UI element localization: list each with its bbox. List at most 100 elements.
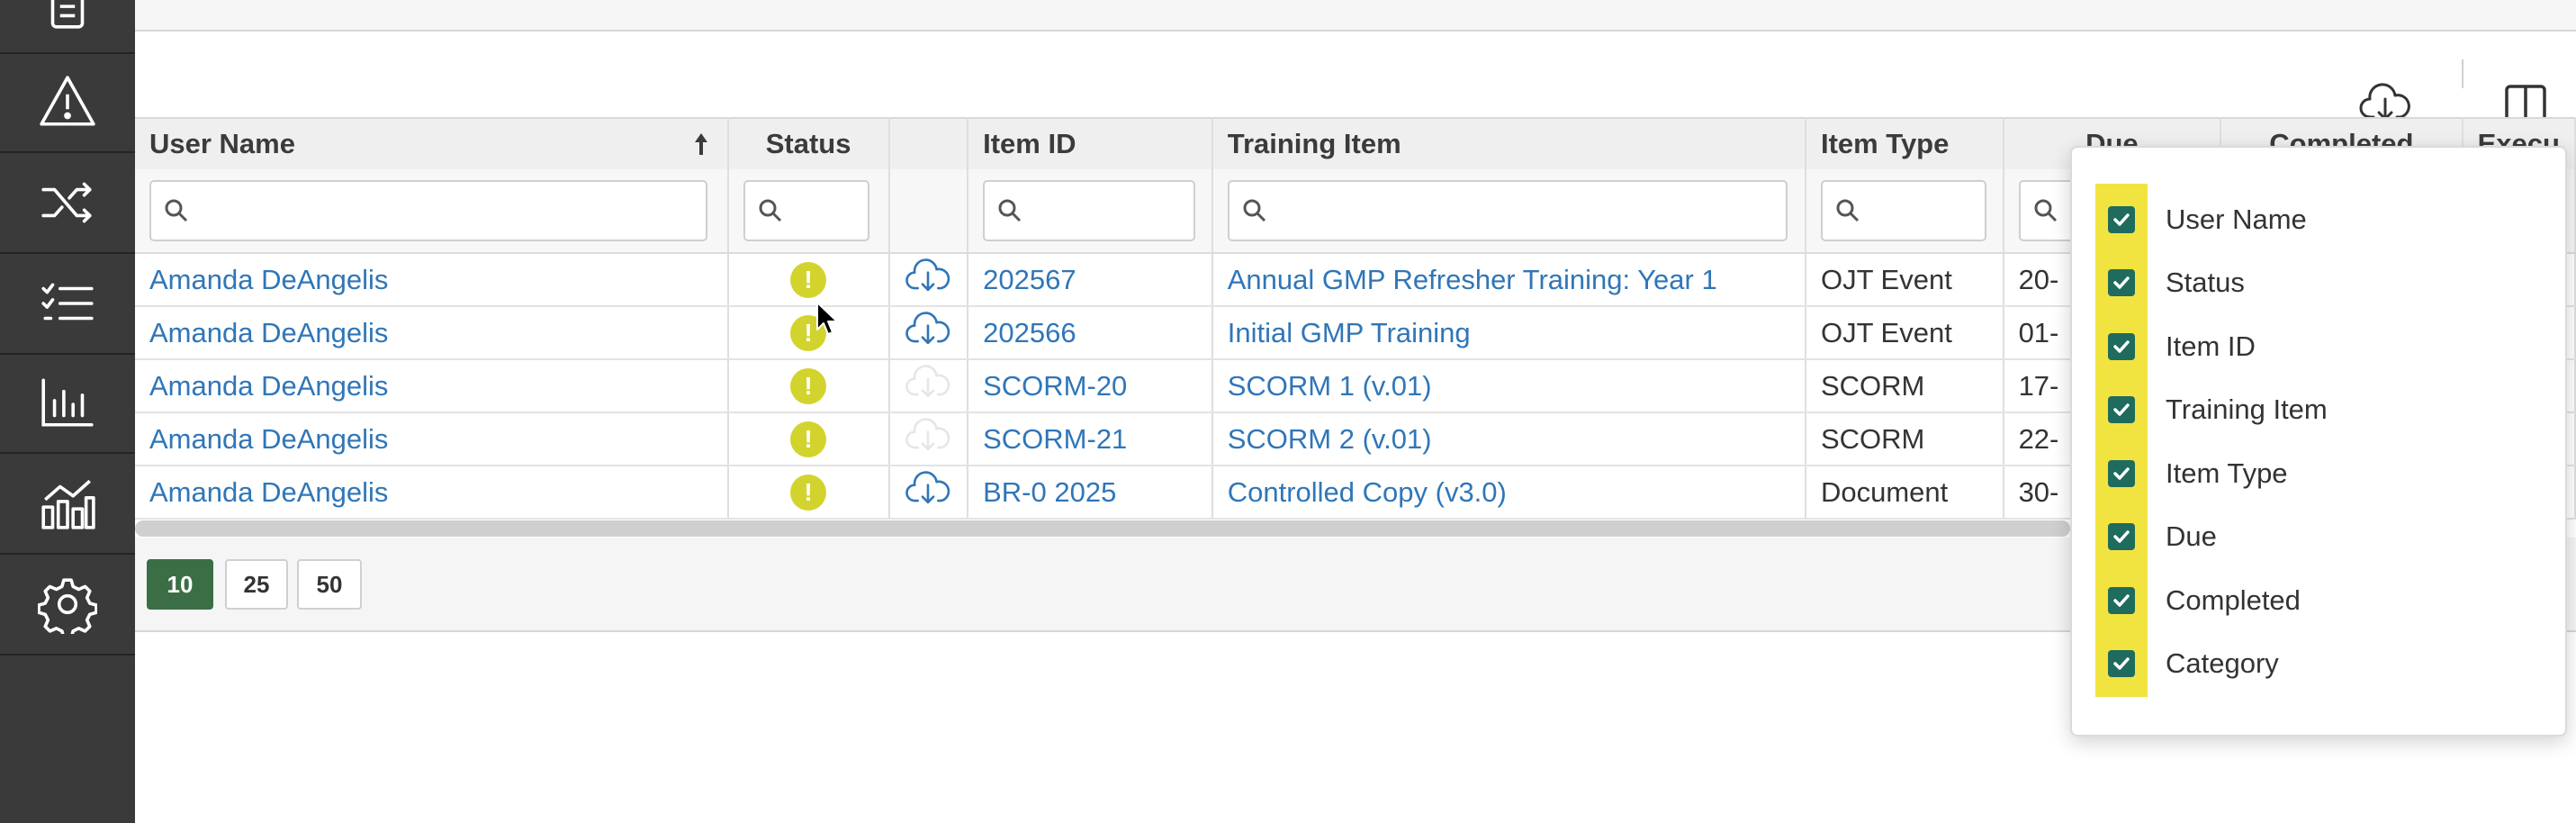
task-list-icon	[41, 283, 94, 321]
sidebar-item-shuffle[interactable]	[0, 153, 135, 254]
checkbox-checked[interactable]	[2108, 269, 2135, 296]
item-id-link[interactable]: SCORM-20	[968, 359, 1213, 413]
sidebar-item-analytics[interactable]	[0, 454, 135, 555]
item-id-link[interactable]: 202567	[968, 253, 1213, 307]
checkbox-checked[interactable]	[2108, 460, 2135, 487]
column-chooser-popup: User Name Status Item ID Training Item I…	[2070, 146, 2567, 737]
checkbox-checked[interactable]	[2108, 396, 2135, 423]
item-type-cell: OJT Event	[1805, 306, 2004, 360]
check-icon	[2113, 467, 2130, 480]
user-name-link[interactable]: Amanda DeAngelis	[135, 412, 729, 466]
item-type-cell: SCORM	[1805, 359, 2004, 413]
grid-toolbar	[135, 32, 2576, 122]
status-cell: !	[727, 466, 890, 520]
checkbox-checked[interactable]	[2108, 333, 2135, 360]
search-icon	[2034, 199, 2057, 222]
checklist-box-icon	[50, 0, 85, 29]
user-name-link[interactable]: Amanda DeAngelis	[135, 466, 729, 520]
training-item-link[interactable]: SCORM 2 (v.01)	[1211, 412, 1806, 466]
user-name-link[interactable]: Amanda DeAngelis	[135, 359, 729, 413]
column-option-training-item[interactable]: Training Item	[2108, 383, 2328, 437]
item-id-link[interactable]: 202566	[968, 306, 1213, 360]
filter-cell-user-name	[135, 169, 729, 254]
header-status[interactable]: Status	[727, 117, 890, 169]
cloud-download-icon[interactable]	[905, 258, 951, 294]
cloud-download-disabled-icon	[905, 364, 950, 397]
user-name-link[interactable]: Amanda DeAngelis	[135, 306, 729, 360]
warning-status-icon: !	[790, 367, 827, 404]
sidebar-item-alerts[interactable]	[0, 52, 135, 153]
header-item-id[interactable]: Item ID	[968, 117, 1213, 169]
column-option-label: Item ID	[2166, 330, 2256, 362]
status-cell: !	[727, 412, 890, 466]
checkbox-checked[interactable]	[2108, 650, 2135, 677]
column-option-status[interactable]: Status	[2108, 256, 2245, 310]
filter-training-item-input[interactable]	[1227, 180, 1788, 241]
column-option-user-name[interactable]: User Name	[2108, 193, 2307, 247]
check-icon	[2113, 657, 2130, 670]
checkbox-checked[interactable]	[2108, 587, 2135, 614]
header-item-type[interactable]: Item Type	[1805, 117, 2004, 169]
search-icon	[998, 199, 1022, 222]
check-icon	[2113, 340, 2130, 353]
warning-status-icon: !	[790, 421, 827, 457]
check-icon	[2113, 403, 2130, 416]
filter-cell-item-id	[968, 169, 1213, 254]
item-type-cell: Document	[1805, 466, 2004, 520]
column-option-due[interactable]: Due	[2108, 510, 2217, 564]
page-size-10-button[interactable]: 10	[147, 559, 213, 610]
cloud-download-icon[interactable]	[905, 311, 951, 348]
item-id-link[interactable]: BR-0 2025	[968, 466, 1213, 520]
sidebar-item-settings[interactable]	[0, 555, 135, 656]
filter-cell-download	[888, 169, 969, 254]
download-cell	[888, 306, 969, 360]
warning-status-icon: !	[790, 474, 827, 511]
checkbox-checked[interactable]	[2108, 523, 2135, 550]
cloud-download-icon[interactable]	[905, 470, 951, 507]
filter-item-id-input[interactable]	[983, 180, 1196, 241]
column-option-label: Category	[2166, 647, 2279, 679]
check-icon	[2113, 276, 2130, 289]
sidebar	[0, 0, 135, 823]
warning-icon	[40, 76, 95, 126]
sort-asc-icon[interactable]	[693, 131, 709, 157]
mouse-cursor-icon	[816, 302, 838, 335]
search-icon	[1243, 199, 1265, 222]
bar-chart-icon	[41, 378, 94, 427]
check-icon	[2113, 213, 2130, 226]
header-user-name[interactable]: User Name	[135, 117, 729, 169]
column-option-item-id[interactable]: Item ID	[2108, 320, 2256, 374]
item-id-link[interactable]: SCORM-21	[968, 412, 1213, 466]
filter-cell-item-type	[1805, 169, 2004, 254]
horizontal-scrollbar[interactable]	[135, 520, 2070, 537]
item-type-cell: OJT Event	[1805, 253, 2004, 307]
filter-user-name-input[interactable]	[149, 180, 707, 241]
column-option-item-type[interactable]: Item Type	[2108, 447, 2288, 501]
column-option-completed[interactable]: Completed	[2108, 574, 2301, 628]
column-option-label: Completed	[2166, 584, 2301, 616]
page-size-50-button[interactable]: 50	[297, 559, 362, 610]
top-bar	[135, 0, 2576, 32]
training-item-link[interactable]: Annual GMP Refresher Training: Year 1	[1211, 253, 1806, 307]
filter-status-input[interactable]	[743, 180, 869, 241]
sidebar-item-checklist[interactable]	[0, 0, 135, 54]
page-size-25-button[interactable]: 25	[225, 559, 288, 610]
check-icon	[2113, 530, 2130, 543]
training-item-link[interactable]: Initial GMP Training	[1211, 306, 1806, 360]
sidebar-item-tasks[interactable]	[0, 254, 135, 355]
header-download	[888, 117, 969, 169]
sidebar-item-reports[interactable]	[0, 353, 135, 454]
checkbox-checked[interactable]	[2108, 206, 2135, 233]
filter-item-type-input[interactable]	[1820, 180, 1986, 241]
download-cell	[888, 412, 969, 466]
training-item-link[interactable]: SCORM 1 (v.01)	[1211, 359, 1806, 413]
status-cell: !	[727, 359, 890, 413]
column-option-label: Due	[2166, 520, 2217, 552]
user-name-link[interactable]: Amanda DeAngelis	[135, 253, 729, 307]
header-label: User Name	[149, 128, 295, 159]
header-training-item[interactable]: Training Item	[1211, 117, 1806, 169]
column-option-category[interactable]: Category	[2108, 637, 2279, 691]
check-icon	[2113, 594, 2130, 607]
training-item-link[interactable]: Controlled Copy (v3.0)	[1211, 466, 1806, 520]
download-cell	[888, 466, 969, 520]
